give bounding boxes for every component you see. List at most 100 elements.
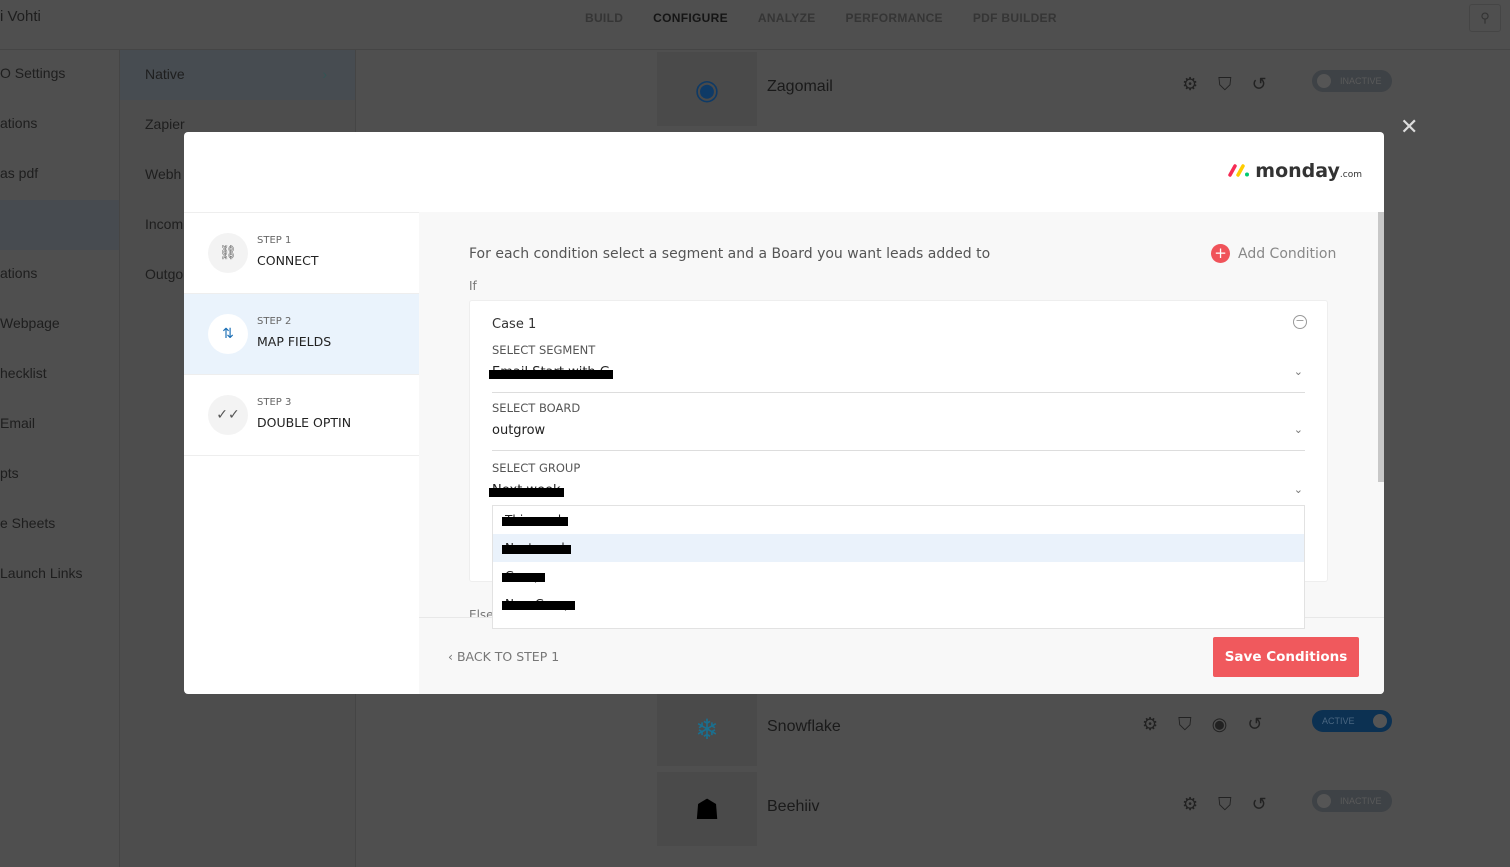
- add-condition-label: Add Condition: [1238, 245, 1337, 262]
- option-label: Group: [505, 562, 542, 590]
- status-label: INACTIVE: [1340, 76, 1382, 86]
- option-label: New Group: [505, 590, 572, 618]
- history-icon[interactable]: ↺: [1252, 74, 1267, 95]
- zagomail-logo: ◉: [657, 52, 757, 126]
- chevron-right-icon: ›: [322, 66, 327, 82]
- nav-configure[interactable]: CONFIGURE: [653, 11, 728, 25]
- filter-edit-icon[interactable]: ⛉: [1218, 74, 1232, 95]
- chevron-down-icon: ⌄: [1293, 365, 1303, 378]
- field-value: outgrow: [492, 423, 546, 438]
- sidebar-item-selected[interactable]: [0, 200, 119, 250]
- close-icon[interactable]: ✕: [1400, 114, 1418, 140]
- filter-edit-icon[interactable]: ⛉: [1178, 714, 1192, 735]
- back-button[interactable]: ‹ BACK TO STEP 1: [448, 649, 559, 664]
- history-icon[interactable]: ↺: [1252, 794, 1267, 815]
- case-title: Case 1: [492, 317, 537, 332]
- monday-modal: monday .com ⛓ STEP 1 CONNECT ⇅ STEP 2 MAP FIE…: [184, 132, 1384, 694]
- step-title: CONNECT: [257, 253, 319, 268]
- remove-case-icon[interactable]: −: [1293, 315, 1307, 329]
- chevron-down-icon: ⌄: [1293, 423, 1303, 436]
- link-icon: ⛓: [208, 233, 248, 273]
- integration-card: ◉ Zagomail ⚙ ⛉ ↺ INACTIVE: [657, 52, 1397, 126]
- double-check-icon: ✓✓: [208, 395, 248, 435]
- chevron-down-icon: ⌄: [1293, 483, 1303, 496]
- nav-analyze[interactable]: ANALYZE: [758, 11, 816, 25]
- group-dropdown: This week Next week Group New Group: [492, 505, 1305, 629]
- integration-card: ❄ Snowflake ⚙ ⛉ ◉ ↺ ACTIVE: [657, 692, 1397, 766]
- sidebar-item[interactable]: hecklist: [0, 350, 119, 400]
- sidebar-item[interactable]: ations: [0, 100, 119, 150]
- sidebar-item[interactable]: Email: [0, 400, 119, 450]
- status-toggle[interactable]: ACTIVE: [1312, 710, 1392, 732]
- sidebar-item[interactable]: Launch Links: [0, 550, 119, 600]
- integration-name: Beehiiv: [767, 798, 820, 815]
- logo-suffix: .com: [1339, 170, 1362, 180]
- group-select[interactable]: SELECT GROUP Next week ⌄: [492, 461, 1305, 511]
- board-select[interactable]: SELECT BOARD outgrow ⌄: [492, 401, 1305, 451]
- else-label: Else: [469, 608, 494, 617]
- field-value: Next week: [492, 483, 561, 498]
- segment-select[interactable]: SELECT SEGMENT Email Start with G ⌄: [492, 343, 1305, 393]
- eye-icon[interactable]: ◉: [1212, 714, 1228, 735]
- sidebar-item[interactable]: O Settings: [0, 50, 119, 100]
- nav-build[interactable]: BUILD: [585, 11, 623, 25]
- beehiiv-logo: ☗: [657, 772, 757, 846]
- sidebar-item[interactable]: as pdf: [0, 150, 119, 200]
- top-bar: i Vohti BUILD CONFIGURE ANALYZE PERFORMA…: [0, 0, 1510, 50]
- add-condition-button[interactable]: + Add Condition: [1211, 244, 1336, 263]
- monday-logo: monday .com: [1228, 160, 1362, 182]
- status-label: ACTIVE: [1322, 716, 1355, 726]
- status-toggle[interactable]: INACTIVE: [1312, 790, 1392, 812]
- step-number: STEP 3: [257, 397, 292, 408]
- steps-panel: ⛓ STEP 1 CONNECT ⇅ STEP 2 MAP FIELDS ✓✓ STEP …: [184, 212, 419, 694]
- scrollbar[interactable]: [1378, 212, 1384, 482]
- main-nav: BUILD CONFIGURE ANALYZE PERFORMANCE PDF …: [585, 11, 1057, 25]
- step-connect[interactable]: ⛓ STEP 1 CONNECT: [184, 213, 419, 294]
- filter-edit-icon[interactable]: ⛉: [1218, 794, 1232, 815]
- sidebar-item[interactable]: e Sheets: [0, 500, 119, 550]
- dropdown-option-highlighted[interactable]: Next week: [493, 534, 1304, 562]
- subnav-native[interactable]: Native ›: [120, 50, 355, 100]
- history-icon[interactable]: ↺: [1247, 714, 1262, 735]
- nav-performance[interactable]: PERFORMANCE: [846, 11, 943, 25]
- option-label: Next week: [505, 534, 568, 562]
- search-icon[interactable]: ⚲: [1469, 4, 1501, 32]
- step-double-optin[interactable]: ✓✓ STEP 3 DOUBLE OPTIN: [184, 375, 419, 456]
- subnav-label: Native: [145, 66, 185, 82]
- field-label: SELECT BOARD: [492, 401, 581, 415]
- nav-pdf-builder[interactable]: PDF BUILDER: [973, 11, 1057, 25]
- instruction-text: For each condition select a segment and …: [469, 246, 991, 262]
- sidebar: O Settings ations as pdf ations Webpage …: [0, 50, 120, 867]
- app-title: i Vohti: [0, 8, 41, 25]
- logo-text: monday: [1255, 160, 1340, 182]
- status-label: INACTIVE: [1340, 796, 1382, 806]
- sync-settings-icon[interactable]: ⚙: [1182, 74, 1198, 95]
- field-label: SELECT GROUP: [492, 461, 581, 475]
- step-title: DOUBLE OPTIN: [257, 415, 352, 430]
- dropdown-option[interactable]: This week: [493, 506, 1304, 534]
- step-number: STEP 1: [257, 235, 292, 246]
- field-label: SELECT SEGMENT: [492, 343, 596, 357]
- field-value: Email Start with G: [492, 365, 610, 380]
- step-map-fields[interactable]: ⇅ STEP 2 MAP FIELDS: [184, 294, 419, 375]
- dropdown-option[interactable]: Group: [493, 562, 1304, 590]
- sidebar-item[interactable]: ations: [0, 250, 119, 300]
- option-label: This week: [505, 506, 565, 534]
- if-label: If: [469, 279, 477, 293]
- sidebar-item[interactable]: pts: [0, 450, 119, 500]
- integration-name: Zagomail: [767, 78, 833, 95]
- save-conditions-button[interactable]: Save Conditions: [1213, 637, 1359, 677]
- status-toggle[interactable]: INACTIVE: [1312, 70, 1392, 92]
- step-title: MAP FIELDS: [257, 334, 332, 349]
- monday-marks-icon: [1228, 164, 1250, 177]
- sync-settings-icon[interactable]: ⚙: [1142, 714, 1158, 735]
- sidebar-item[interactable]: Webpage: [0, 300, 119, 350]
- dropdown-option[interactable]: New Group: [493, 590, 1304, 618]
- snowflake-logo: ❄: [657, 692, 757, 766]
- integration-name: Snowflake: [767, 718, 841, 735]
- back-label: BACK TO STEP 1: [456, 649, 560, 664]
- sync-settings-icon[interactable]: ⚙: [1182, 794, 1198, 815]
- map-fields-icon: ⇅: [208, 314, 248, 354]
- step-number: STEP 2: [257, 316, 292, 327]
- chevron-left-icon: ‹: [448, 649, 457, 664]
